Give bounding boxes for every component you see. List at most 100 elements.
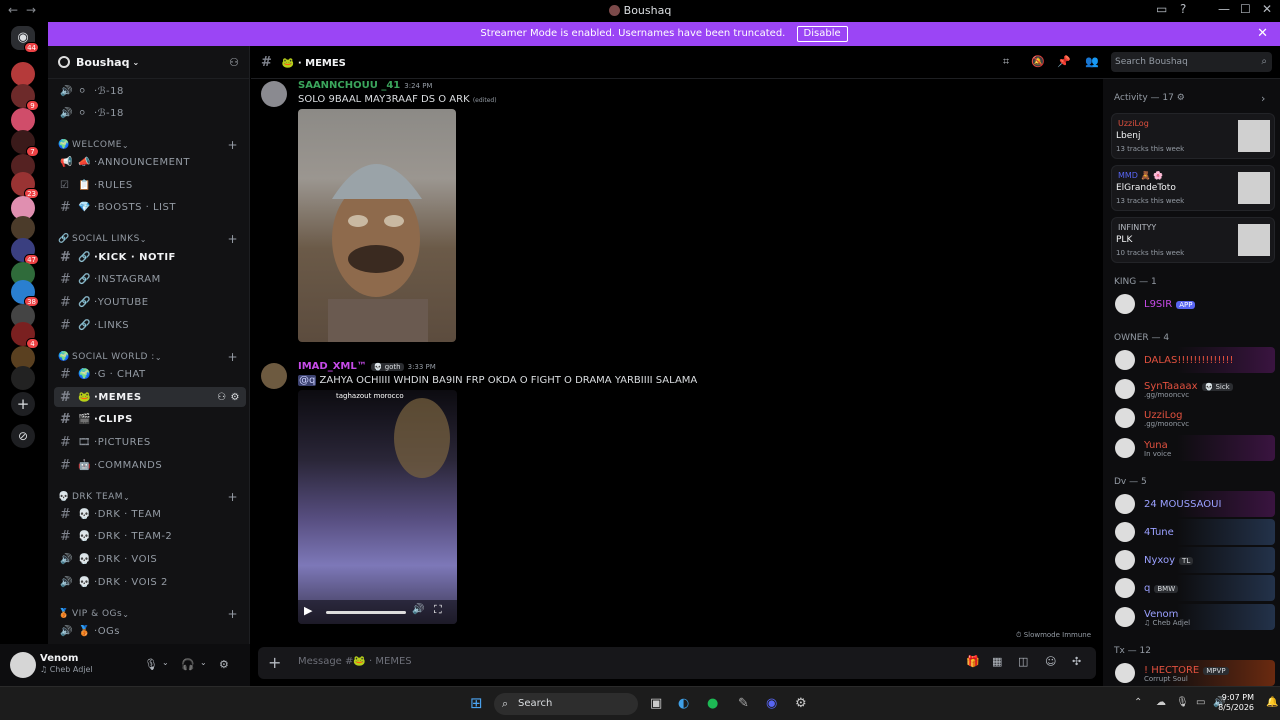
guild-11[interactable]: 38 xyxy=(11,280,39,307)
guild-15[interactable] xyxy=(11,366,35,390)
guild-3[interactable] xyxy=(11,108,35,132)
tray-chevron-icon[interactable]: ⌃ xyxy=(1134,697,1142,708)
home-button[interactable]: ◉ 44 xyxy=(11,26,39,53)
channel-item[interactable]: # 🐸 · MEMES ⚇ ⚙ xyxy=(54,387,246,407)
member-list-icon[interactable]: 👥 xyxy=(1085,55,1099,68)
channel-item[interactable]: # 🔗 · KICK · NOTIF xyxy=(54,247,246,267)
guild-6[interactable]: 23 xyxy=(11,172,39,199)
channel-item[interactable]: # 💀 · DRK · TEAM xyxy=(54,504,246,524)
discover-icon[interactable]: ⊘ xyxy=(11,424,35,448)
mic-icon[interactable]: 🎙 xyxy=(144,658,158,671)
edge-browser-icon[interactable]: ◐ xyxy=(678,696,689,711)
emoji-icon[interactable]: ☺ xyxy=(1045,655,1056,668)
mic-tray-icon[interactable]: 🎙 xyxy=(1176,697,1189,708)
video-scrubber[interactable] xyxy=(326,611,406,614)
member-item[interactable]: q BMW xyxy=(1111,575,1275,601)
category-header[interactable]: 💀 DRK TEAM ⌄ + xyxy=(58,490,238,504)
channel-item[interactable]: 🔊 🥉 · OGs xyxy=(54,621,246,641)
channel-item[interactable]: # 🤖 · COMMANDS xyxy=(54,455,246,475)
member-item[interactable]: 24 MOUSSAOUI xyxy=(1111,491,1275,517)
notification-bell-icon[interactable]: 🔔 xyxy=(1266,697,1278,708)
taskbar-clock[interactable]: 9:07 PM 8/5/2026 xyxy=(1218,693,1254,713)
volume-icon[interactable]: 🔊 xyxy=(412,604,424,615)
guild-9[interactable]: 47 xyxy=(11,238,39,265)
member-item[interactable]: ! HECTORE MPVP Corrupt Soul xyxy=(1111,660,1275,686)
discord-icon[interactable]: ◉ xyxy=(766,696,777,711)
chevron-down-icon[interactable]: ⌄ xyxy=(200,658,207,667)
channel-item[interactable]: 🔊 ⚪ · ℬ-18 xyxy=(54,103,246,123)
channel-item[interactable]: 🔊 💀 · DRK · VOIS 2 xyxy=(54,572,246,592)
channel-item[interactable]: # 🎞 · PICTURES xyxy=(54,432,246,452)
search-input[interactable]: Search Boushaq ⌕ xyxy=(1111,52,1272,72)
apps-icon[interactable]: ✣ xyxy=(1072,655,1081,668)
channel-item[interactable]: # 💀 · DRK · TEAM-2 xyxy=(54,526,246,546)
close-window-button[interactable]: ✕ xyxy=(1262,2,1272,16)
member-item[interactable]: 4Tune xyxy=(1111,519,1275,545)
gif-icon[interactable]: ▦ xyxy=(992,655,1002,668)
fullscreen-icon[interactable]: ⛶ xyxy=(434,603,442,617)
server-header[interactable]: Boushaq ⌄ ⚇ xyxy=(48,46,249,79)
member-item[interactable]: Yuna In voice xyxy=(1111,435,1275,461)
member-item[interactable]: Nyxoy TL xyxy=(1111,547,1275,573)
channel-item[interactable]: 🔊 ⚪ · ℬ-18 xyxy=(54,81,246,101)
channel-item[interactable]: 🔊 💀 · DRK · VOIS xyxy=(54,549,246,569)
activity-card[interactable]: UzziLog Lbenj 13 tracks this week xyxy=(1111,113,1275,159)
channel-item[interactable]: # 💎 · BOOSTS · LIST xyxy=(54,197,246,217)
guild-8[interactable] xyxy=(11,216,35,240)
message-author[interactable]: SAANNCHOUU _41 3:24 PM xyxy=(298,80,432,91)
category-header[interactable]: 🔗 SOCIAL LINKS ⌄ + xyxy=(58,232,238,246)
add-channel-icon[interactable]: + xyxy=(227,232,238,246)
channel-settings-icon[interactable]: ⚇ ⚙ xyxy=(217,392,240,403)
minimize-button[interactable]: — xyxy=(1218,2,1230,16)
add-channel-icon[interactable]: + xyxy=(227,607,238,621)
guild-1[interactable] xyxy=(11,62,35,86)
activity-card[interactable]: MMD 🧸 🌸 ElGrandeToto 13 tracks this week xyxy=(1111,165,1275,211)
add-channel-icon[interactable]: + xyxy=(227,490,238,504)
member-item[interactable]: UzziLog .gg/mooncvc xyxy=(1111,405,1275,431)
channel-item[interactable]: # 🔗 · LINKS xyxy=(54,315,246,335)
settings-gear-icon[interactable]: ⚙ xyxy=(219,658,229,671)
chevron-right-icon[interactable]: › xyxy=(1261,92,1265,105)
help-icon[interactable]: ? xyxy=(1180,2,1186,16)
chevron-down-icon[interactable]: ⌄ xyxy=(162,658,169,667)
user-name[interactable]: Venom xyxy=(40,653,78,664)
task-view-icon[interactable]: ▣ xyxy=(650,696,662,711)
activity-card[interactable]: INFINITYY PLK 10 tracks this week xyxy=(1111,217,1275,263)
taskbar-search[interactable]: ⌕ Search xyxy=(494,693,638,715)
avatar[interactable] xyxy=(261,363,287,389)
member-item[interactable]: DALAS!!!!!!!!!!!!!! xyxy=(1111,347,1275,373)
add-channel-icon[interactable]: + xyxy=(227,138,238,152)
channel-item[interactable]: # 🎬 · CLIPS xyxy=(54,409,246,429)
close-banner-icon[interactable]: ✕ xyxy=(1257,22,1268,46)
network-icon[interactable]: ▭ xyxy=(1196,697,1205,708)
channel-item[interactable]: # 🔗 · INSTAGRAM xyxy=(54,269,246,289)
mute-bell-icon[interactable]: 🔕 xyxy=(1031,55,1045,68)
inbox-icon[interactable]: ▭ xyxy=(1156,2,1167,16)
category-header[interactable]: 🌍 SOCIAL WORLD : ⌄ + xyxy=(58,350,238,364)
add-server-icon[interactable]: + xyxy=(11,392,35,416)
attach-plus-icon[interactable]: + xyxy=(268,653,281,672)
windows-start-icon[interactable]: ⊞ xyxy=(470,694,483,712)
spotify-icon[interactable]: ● xyxy=(707,696,718,711)
channel-item[interactable]: # 🔗 · YOUTUBE xyxy=(54,292,246,312)
maximize-button[interactable]: ☐ xyxy=(1240,2,1251,16)
guild-13[interactable]: 4 xyxy=(11,322,39,349)
sticker-icon[interactable]: ◫ xyxy=(1018,655,1028,668)
channel-item[interactable]: ☑ 📋 · RULES xyxy=(54,175,246,195)
gift-icon[interactable]: 🎁 xyxy=(966,655,980,668)
message-composer[interactable]: + Message #🐸 · MEMES 🎁 ▦ ◫ ☺ ✣ xyxy=(258,647,1096,679)
video-player[interactable]: taghazout morocco ▶ 🔊 ⛶ xyxy=(298,390,457,624)
cloud-icon[interactable]: ☁ xyxy=(1156,697,1166,708)
app-icon[interactable]: ✎ xyxy=(738,696,749,711)
message-author[interactable]: IMAD_XML™ 💀 goth 3:33 PM xyxy=(298,361,436,372)
app-icon[interactable]: ⚙ xyxy=(795,696,807,711)
add-channel-icon[interactable]: + xyxy=(227,350,238,364)
avatar[interactable] xyxy=(261,81,287,107)
threads-icon[interactable]: ⌗ xyxy=(1003,55,1009,69)
play-icon[interactable]: ▶ xyxy=(304,604,312,617)
headset-icon[interactable]: 🎧 xyxy=(181,658,195,671)
avatar[interactable] xyxy=(10,652,36,678)
channel-item[interactable]: 📢 📣 · ANNOUNCEMENT xyxy=(54,152,246,172)
member-item[interactable]: L9SIR APP xyxy=(1111,291,1275,317)
category-header[interactable]: 🥉 VIP & OGs ⌄ + xyxy=(58,607,238,621)
